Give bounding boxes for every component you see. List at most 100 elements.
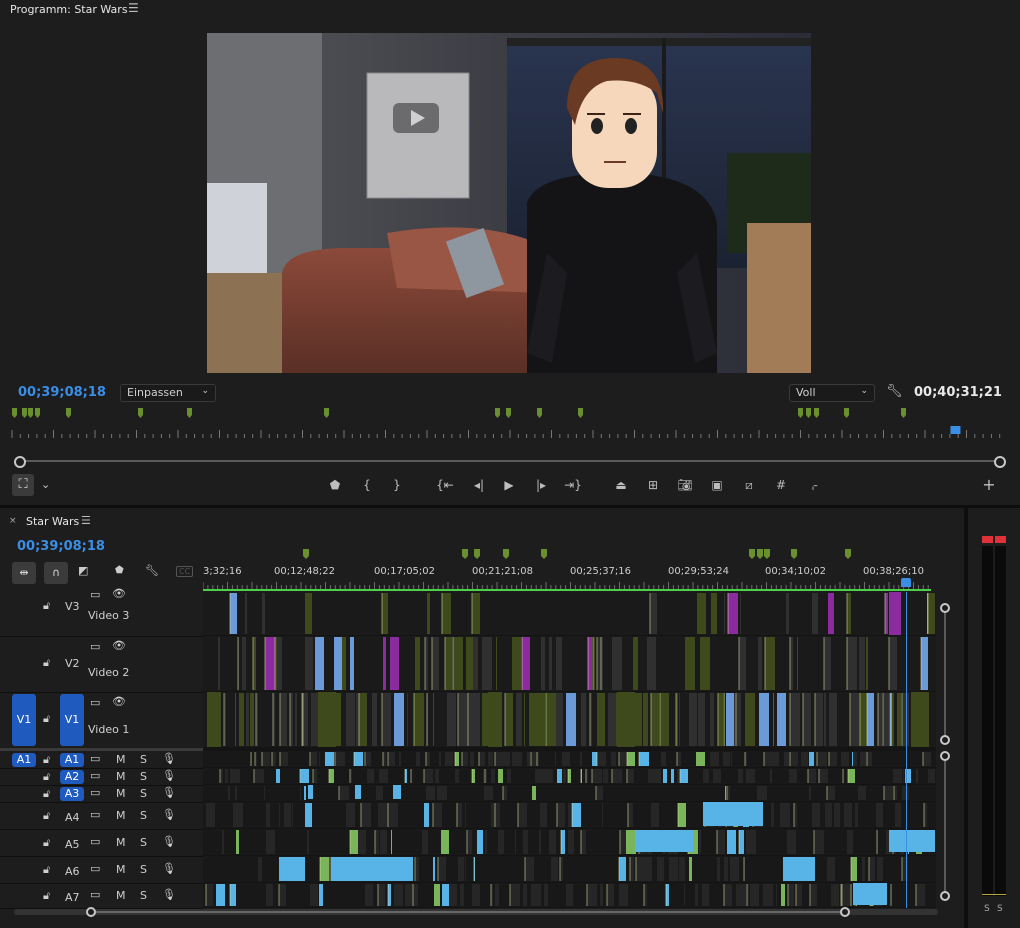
clip[interactable] [581, 693, 586, 746]
clip[interactable] [700, 637, 710, 690]
video-clip[interactable] [911, 692, 929, 747]
timeline-current-timecode[interactable]: 00;39;08;18 [17, 539, 105, 554]
clip[interactable] [216, 884, 218, 906]
clip[interactable] [258, 857, 262, 881]
toggle-sync-icon[interactable]: ▭ [90, 640, 100, 653]
clip[interactable] [897, 693, 901, 746]
clip[interactable] [568, 769, 571, 783]
clip[interactable] [365, 752, 371, 766]
clip[interactable] [685, 637, 695, 690]
program-zoom-scrollbar[interactable] [14, 455, 1006, 468]
audio-vertical-scrollbar[interactable] [940, 751, 950, 901]
clip[interactable] [394, 884, 403, 906]
clip[interactable] [563, 769, 566, 783]
clip[interactable] [600, 884, 603, 906]
toggle-sync-icon[interactable]: ▭ [90, 888, 100, 901]
clip[interactable] [560, 857, 563, 881]
clip[interactable] [523, 830, 528, 854]
captions-icon[interactable]: CC [176, 566, 194, 577]
clip[interactable] [272, 752, 276, 766]
clip[interactable] [777, 693, 786, 746]
clip[interactable] [512, 637, 521, 690]
clip[interactable] [555, 752, 556, 766]
clip[interactable] [415, 637, 420, 690]
clip[interactable] [491, 769, 492, 783]
clip[interactable] [711, 593, 717, 634]
scrollbar-handle-right[interactable] [840, 907, 850, 917]
clip[interactable] [858, 786, 866, 800]
clip[interactable] [334, 637, 342, 690]
clip[interactable] [644, 857, 652, 881]
clip[interactable] [738, 769, 743, 783]
track-target-a1[interactable]: A1 [60, 752, 84, 767]
clip[interactable] [916, 769, 918, 783]
clip[interactable] [206, 884, 213, 906]
clip[interactable] [359, 693, 367, 746]
clip[interactable] [608, 693, 616, 746]
clip[interactable] [764, 752, 771, 766]
clip[interactable] [809, 786, 811, 800]
clip[interactable] [280, 752, 288, 766]
clip[interactable] [859, 637, 865, 690]
clip[interactable] [245, 593, 247, 634]
quality-dropdown[interactable]: Voll ⌄ [789, 384, 875, 402]
clip[interactable] [877, 857, 883, 881]
lock-icon[interactable]: 🔓︎ [43, 889, 50, 903]
clip[interactable] [860, 693, 867, 746]
clip[interactable] [280, 693, 287, 746]
scrollbar-handle-left[interactable] [14, 456, 26, 468]
clip[interactable] [862, 857, 865, 881]
clip[interactable] [532, 786, 536, 800]
clip[interactable] [677, 752, 681, 766]
clip[interactable] [425, 637, 428, 690]
clip[interactable] [447, 693, 456, 746]
timeline-tracks[interactable] [203, 592, 936, 908]
clip[interactable] [824, 637, 831, 690]
close-icon[interactable]: × [9, 516, 17, 526]
clip[interactable] [437, 786, 447, 800]
microphone-icon[interactable]: 🎙︎ [162, 808, 176, 821]
lock-icon[interactable]: 🔓︎ [43, 787, 50, 801]
scrollbar-thumb[interactable] [90, 911, 845, 913]
clip[interactable] [781, 884, 785, 906]
clip[interactable] [276, 769, 280, 783]
clip[interactable] [573, 803, 581, 827]
lock-icon[interactable]: 🔓︎ [43, 599, 50, 613]
clip[interactable] [902, 857, 908, 881]
clip[interactable] [619, 884, 628, 906]
clip[interactable] [484, 786, 493, 800]
clip[interactable] [518, 803, 527, 827]
scrollbar-handle-top[interactable] [940, 603, 950, 613]
clip[interactable] [319, 752, 320, 766]
clip[interactable] [253, 693, 254, 746]
clip[interactable] [809, 752, 814, 766]
clip[interactable] [903, 769, 904, 783]
clip[interactable] [467, 830, 472, 854]
clip[interactable] [432, 637, 439, 690]
hamburger-icon[interactable]: ☰ [81, 514, 91, 527]
clip[interactable] [477, 830, 483, 854]
eye-icon[interactable]: 👁︎ [112, 695, 126, 708]
mute-button[interactable]: M [116, 753, 126, 766]
clip[interactable] [736, 884, 746, 906]
clip[interactable] [831, 884, 839, 906]
clip[interactable] [883, 693, 889, 746]
clip[interactable] [597, 752, 606, 766]
mute-button[interactable]: M [116, 809, 126, 822]
clip[interactable] [376, 786, 383, 800]
clip[interactable] [458, 857, 464, 881]
clip[interactable] [433, 693, 434, 746]
clip[interactable] [612, 637, 622, 690]
clip[interactable] [515, 830, 516, 854]
clip[interactable] [315, 637, 324, 690]
solo-button[interactable]: S [140, 809, 147, 822]
clip[interactable] [339, 786, 349, 800]
clip[interactable] [885, 593, 888, 634]
clip[interactable] [627, 769, 634, 783]
clip[interactable] [350, 830, 358, 854]
toggle-sync-icon[interactable]: ▭ [90, 808, 100, 821]
clip[interactable] [557, 803, 565, 827]
audio-clip[interactable] [853, 883, 887, 905]
toggle-sync-icon[interactable]: ▭ [90, 752, 100, 765]
clip[interactable] [921, 637, 928, 690]
